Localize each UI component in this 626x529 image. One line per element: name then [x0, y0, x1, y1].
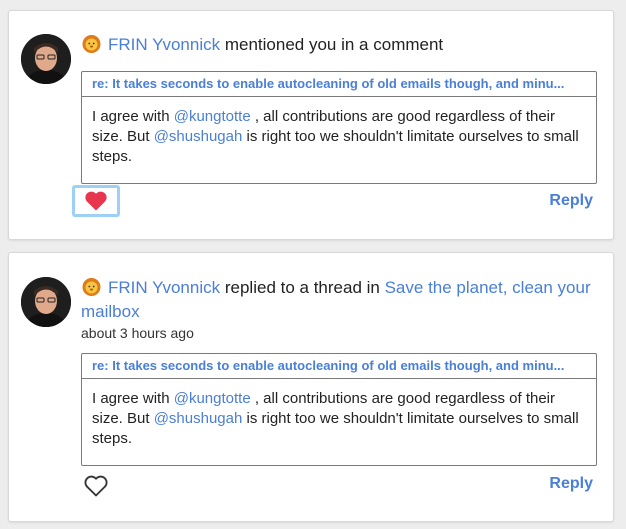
comment-quote: re: It takes seconds to enable autoclean…	[81, 353, 597, 466]
like-button[interactable]	[72, 185, 120, 217]
mention-link[interactable]: @kungtotte	[174, 108, 251, 125]
notification-card: FRIN Yvonnick mentioned you in a comment…	[8, 10, 614, 240]
heart-filled-icon	[85, 191, 107, 211]
lion-emoji-icon	[82, 278, 101, 296]
author-link[interactable]: FRIN Yvonnick	[108, 35, 220, 54]
quote-text: I agree with	[92, 108, 174, 125]
notification-headline: FRIN Yvonnick mentioned you in a comment	[81, 33, 596, 57]
notification-card: FRIN Yvonnick replied to a thread in Sav…	[8, 252, 614, 522]
mention-link[interactable]: @shushugah	[154, 410, 243, 427]
quote-title-link[interactable]: re: It takes seconds to enable autoclean…	[82, 72, 596, 97]
timestamp: about 3 hours ago	[81, 325, 194, 341]
heart-outline-icon	[84, 475, 108, 497]
avatar[interactable]	[21, 34, 71, 84]
quote-body: I agree with @kungtotte , all contributi…	[82, 97, 596, 167]
quote-body: I agree with @kungtotte , all contributi…	[82, 379, 596, 449]
quote-text: I agree with	[92, 390, 174, 407]
mention-link[interactable]: @kungtotte	[174, 390, 251, 407]
quote-title-link[interactable]: re: It takes seconds to enable autoclean…	[82, 354, 596, 379]
author-link[interactable]: FRIN Yvonnick	[108, 278, 220, 297]
notification-headline: FRIN Yvonnick replied to a thread in Sav…	[81, 276, 596, 324]
lion-emoji-icon	[82, 35, 101, 53]
reply-button[interactable]: Reply	[549, 475, 593, 493]
like-button[interactable]	[73, 469, 119, 503]
mention-link[interactable]: @shushugah	[154, 128, 243, 145]
reply-button[interactable]: Reply	[549, 192, 593, 210]
action-text: mentioned you in a comment	[224, 35, 444, 54]
action-text: replied to a thread in	[224, 278, 380, 297]
comment-quote: re: It takes seconds to enable autoclean…	[81, 71, 597, 184]
avatar[interactable]	[21, 277, 71, 327]
